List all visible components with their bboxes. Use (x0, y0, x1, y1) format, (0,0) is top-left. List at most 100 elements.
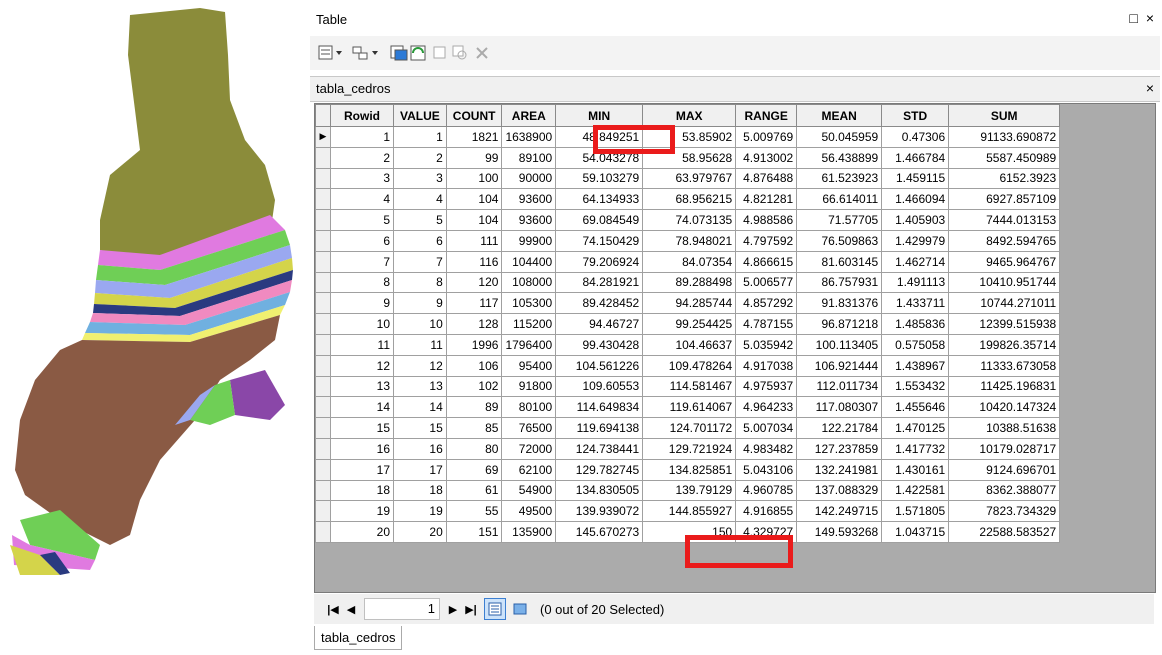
cell-count[interactable]: 151 (445, 521, 503, 543)
table-row[interactable]: 4 4 104 93600 64.134933 68.956215 4.821281 66.6… (315, 188, 1061, 211)
row-selector[interactable] (315, 458, 331, 481)
cell-max[interactable]: 144.855927 (642, 500, 737, 523)
cell-range[interactable]: 4.821281 (735, 188, 798, 211)
cell-count[interactable]: 61 (445, 479, 503, 502)
cell-area[interactable]: 76500 (501, 417, 557, 439)
cell-rowid[interactable]: 4 (330, 188, 394, 211)
column-header-mean[interactable]: MEAN (796, 104, 883, 127)
cell-area[interactable]: 1796400 (501, 333, 557, 356)
cell-value[interactable]: 1 (393, 126, 447, 148)
cell-sum[interactable]: 22588.583527 (948, 521, 1061, 543)
cell-std[interactable]: 0.575058 (881, 333, 950, 356)
cell-sum[interactable]: 10744.271011 (948, 292, 1061, 315)
cell-range[interactable]: 4.797592 (735, 229, 798, 252)
cell-max[interactable]: 68.956215 (642, 188, 737, 211)
column-header-count[interactable]: COUNT (445, 104, 503, 127)
cell-mean[interactable]: 137.088329 (796, 479, 883, 502)
cell-sum[interactable]: 10388.51638 (948, 417, 1061, 439)
cell-rowid[interactable]: 6 (330, 229, 394, 252)
cell-mean[interactable]: 100.113405 (796, 333, 883, 356)
cell-mean[interactable]: 56.438899 (796, 146, 883, 169)
cell-max[interactable]: 84.07354 (642, 250, 737, 273)
row-selector[interactable] (315, 188, 331, 211)
table-row[interactable]: 16 16 80 72000 124.738441 129.721924 4.983482 1… (315, 437, 1061, 460)
column-header-sum[interactable]: SUM (948, 104, 1061, 127)
cell-max[interactable]: 78.948021 (642, 229, 737, 252)
cell-std[interactable]: 1.405903 (881, 209, 950, 231)
cell-sum[interactable]: 11425.196831 (948, 375, 1061, 398)
cell-sum[interactable]: 8492.594765 (948, 229, 1061, 252)
cell-value[interactable]: 15 (393, 417, 447, 439)
cell-min[interactable]: 54.043278 (555, 146, 644, 169)
previous-record-button[interactable]: ◀ (342, 603, 360, 616)
cell-std[interactable]: 1.438967 (881, 354, 950, 377)
table-row[interactable]: 19 19 55 49500 139.939072 144.855927 4.916855 1… (315, 500, 1061, 523)
row-selector[interactable] (315, 167, 331, 190)
cell-min[interactable]: 134.830505 (555, 479, 644, 502)
cell-count[interactable]: 111 (445, 229, 503, 252)
cell-min[interactable]: 129.782745 (555, 458, 644, 481)
cell-mean[interactable]: 66.614011 (796, 188, 883, 211)
cell-max[interactable]: 150 (642, 521, 737, 543)
cell-min[interactable]: 114.649834 (555, 396, 644, 419)
cell-area[interactable]: 89100 (501, 146, 557, 169)
cell-value[interactable]: 3 (393, 167, 447, 190)
cell-area[interactable]: 91800 (501, 375, 557, 398)
cell-sum[interactable]: 8362.388077 (948, 479, 1061, 502)
cell-area[interactable]: 105300 (501, 292, 557, 315)
cell-min[interactable]: 104.561226 (555, 354, 644, 377)
cell-value[interactable]: 9 (393, 292, 447, 315)
cell-range[interactable]: 4.787155 (735, 313, 798, 335)
table-row[interactable]: 10 10 128 115200 94.46727 99.254425 4.787155 96… (315, 313, 1061, 335)
cell-std[interactable]: 1.491113 (881, 271, 950, 294)
cell-value[interactable]: 16 (393, 437, 447, 460)
column-header-rowid[interactable]: Rowid (330, 104, 394, 127)
cell-rowid[interactable]: 7 (330, 250, 394, 273)
cell-sum[interactable]: 10410.951744 (948, 271, 1061, 294)
show-selected-records-icon[interactable] (510, 599, 530, 619)
table-row[interactable]: 11 11 1996 1796400 99.430428 104.46637 5.03594… (315, 333, 1061, 356)
table-row[interactable]: 9 9 117 105300 89.428452 94.285744 4.857292 91.… (315, 292, 1061, 315)
cell-mean[interactable]: 132.241981 (796, 458, 883, 481)
cell-range[interactable]: 5.035942 (735, 333, 798, 356)
cell-min[interactable]: 119.694138 (555, 417, 644, 439)
cell-std[interactable]: 1.571805 (881, 500, 950, 523)
cell-min[interactable]: 84.281921 (555, 271, 644, 294)
cell-rowid[interactable]: 11 (330, 333, 394, 356)
column-header-range[interactable]: RANGE (735, 104, 798, 127)
cell-sum[interactable]: 199826.35714 (948, 333, 1061, 356)
cell-sum[interactable]: 9124.696701 (948, 458, 1061, 481)
cell-value[interactable]: 12 (393, 354, 447, 377)
cell-range[interactable]: 4.960785 (735, 479, 798, 502)
cell-value[interactable]: 19 (393, 500, 447, 523)
cell-range[interactable]: 4.329727 (735, 521, 798, 543)
select-by-attributes-icon[interactable] (390, 44, 408, 62)
cell-std[interactable]: 1.459115 (881, 167, 950, 190)
cell-max[interactable]: 94.285744 (642, 292, 737, 315)
cell-min[interactable]: 109.60553 (555, 375, 644, 398)
cell-count[interactable]: 106 (445, 354, 503, 377)
table-row[interactable]: 14 14 89 80100 114.649834 119.614067 4.964233 1… (315, 396, 1061, 419)
cell-value[interactable]: 14 (393, 396, 447, 419)
cell-rowid[interactable]: 9 (330, 292, 394, 315)
first-record-button[interactable]: |◀ (324, 603, 342, 616)
cell-range[interactable]: 4.916855 (735, 500, 798, 523)
cell-max[interactable]: 134.825851 (642, 458, 737, 481)
cell-std[interactable]: 1.470125 (881, 417, 950, 439)
cell-max[interactable]: 109.478264 (642, 354, 737, 377)
table-row[interactable]: 8 8 120 108000 84.281921 89.288498 5.006577 86.… (315, 271, 1061, 294)
cell-max[interactable]: 124.701172 (642, 417, 737, 439)
window-titlebar[interactable]: Table □ × (310, 6, 1160, 32)
row-selector[interactable] (315, 313, 331, 335)
cell-value[interactable]: 8 (393, 271, 447, 294)
clear-selection-icon[interactable] (432, 44, 448, 62)
cell-range[interactable]: 4.857292 (735, 292, 798, 315)
cell-area[interactable]: 1638900 (501, 126, 557, 148)
row-selector[interactable] (315, 521, 331, 543)
cell-std[interactable]: 1.466094 (881, 188, 950, 211)
row-selector[interactable]: ▶ (315, 126, 331, 148)
cell-count[interactable]: 104 (445, 188, 503, 211)
cell-value[interactable]: 17 (393, 458, 447, 481)
cell-min[interactable]: 59.103279 (555, 167, 644, 190)
table-row[interactable]: 18 18 61 54900 134.830505 139.79129 4.960785 13… (315, 479, 1061, 502)
